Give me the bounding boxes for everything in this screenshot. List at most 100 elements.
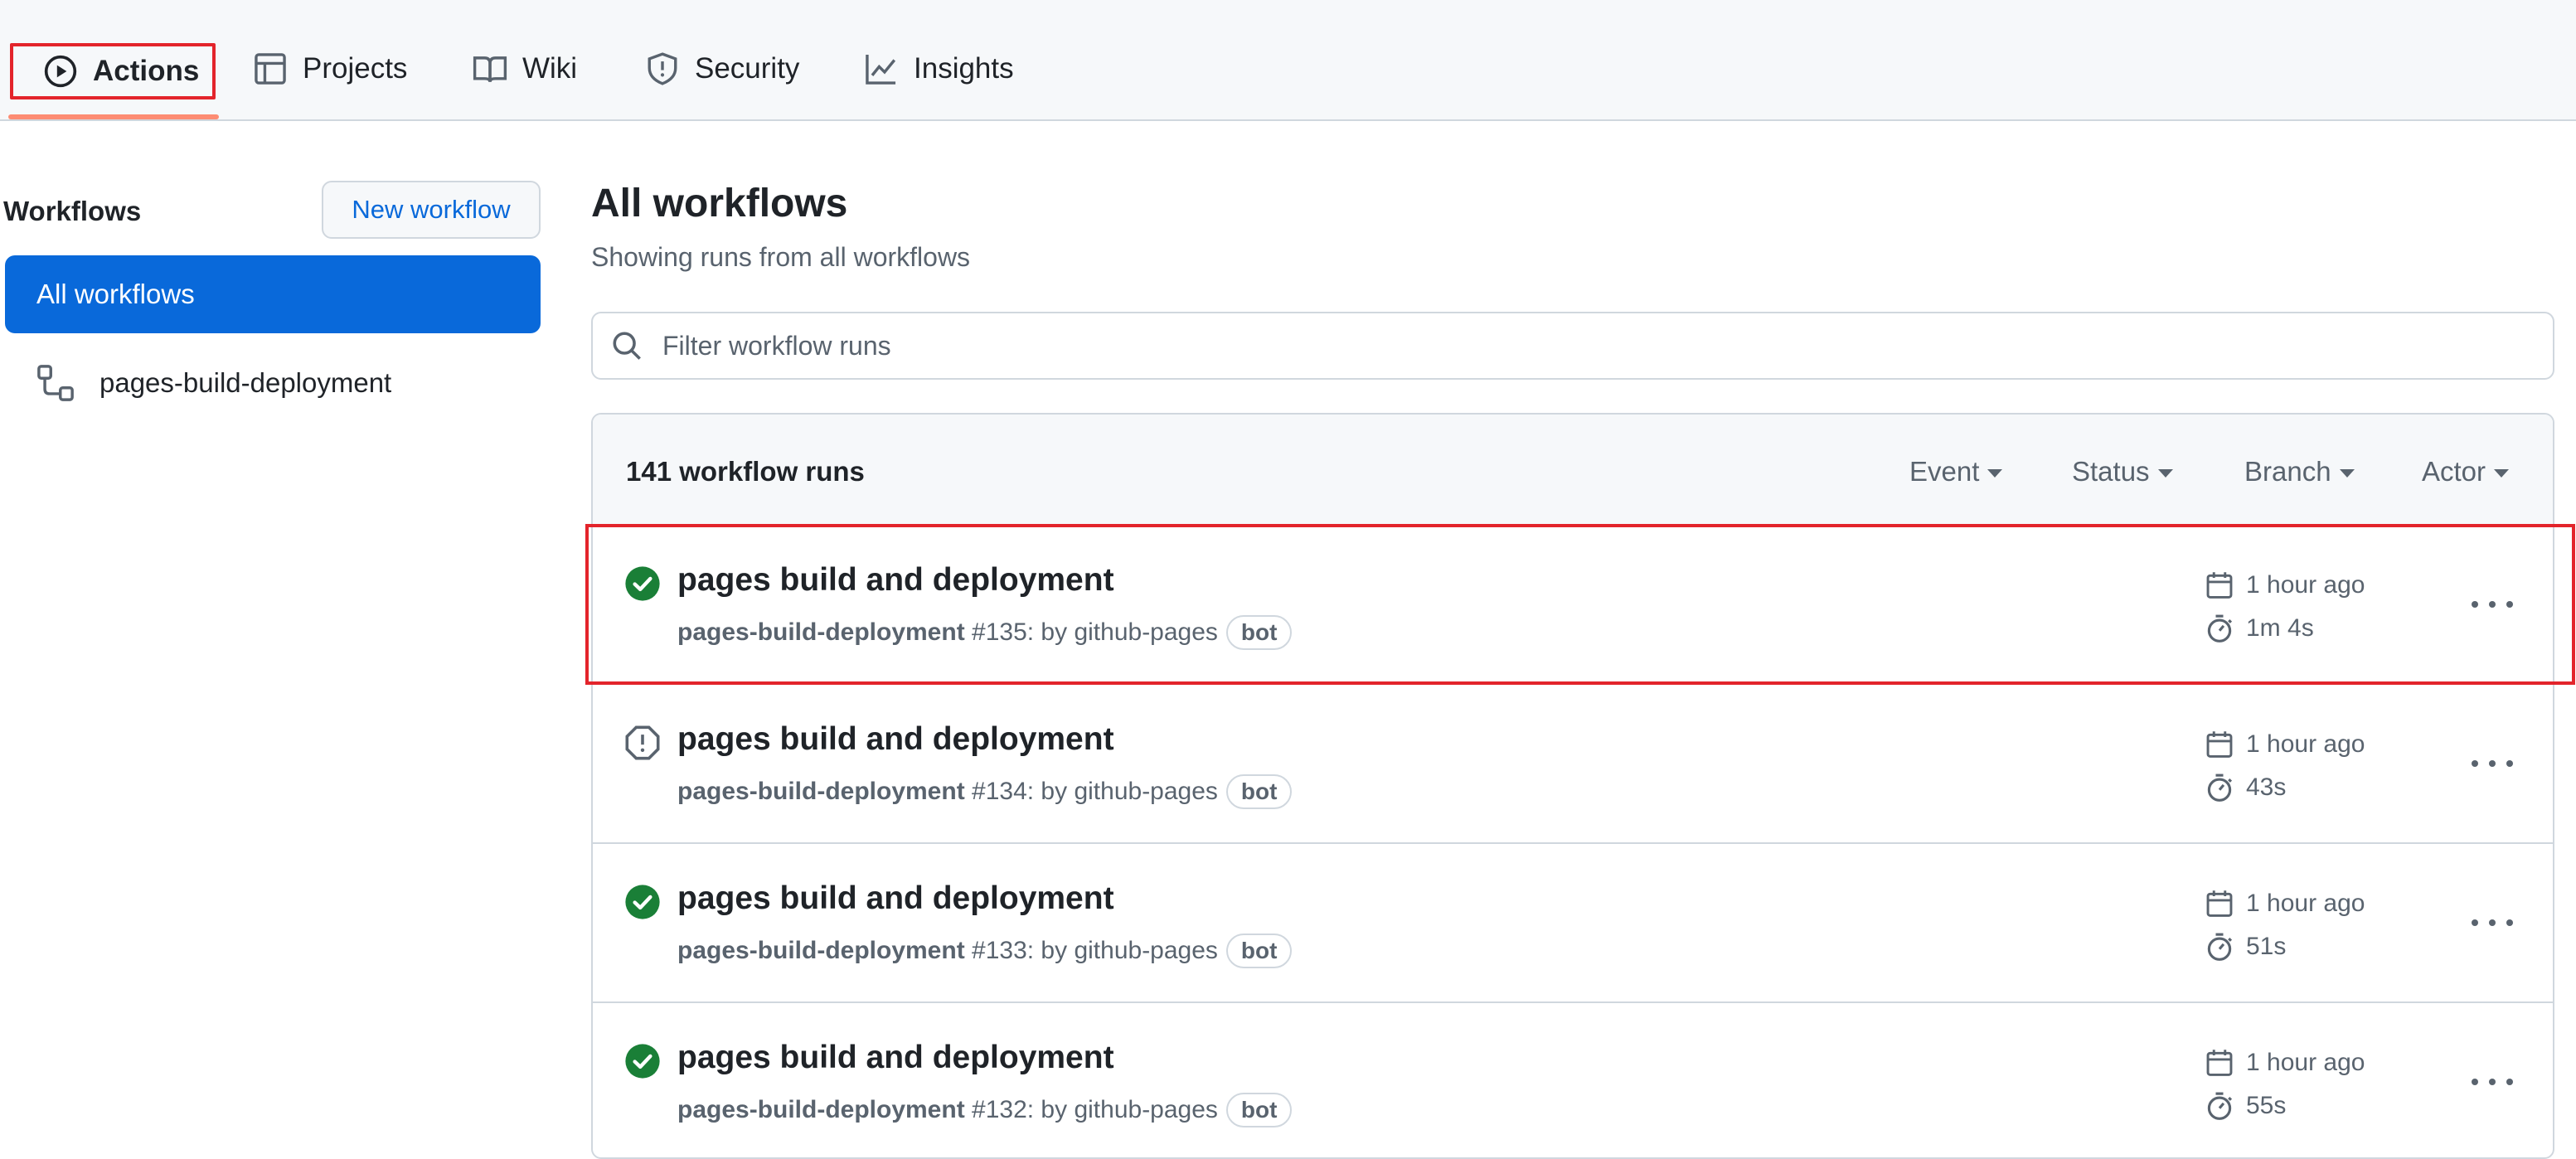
workflow-icon — [36, 364, 75, 402]
tab-security-label: Security — [695, 52, 800, 85]
run-title-link[interactable]: pages build and deployment — [677, 1040, 1114, 1076]
run-meta: pages-build-deployment #132: by github-p… — [677, 1093, 1293, 1127]
warning-alert-icon — [624, 725, 661, 761]
sidebar-item-all-workflows[interactable]: All workflows — [5, 255, 541, 333]
tab-actions[interactable]: Actions — [10, 43, 216, 99]
table-icon — [253, 51, 288, 86]
run-timestamp: 1 hour ago — [2205, 730, 2365, 759]
tab-projects-label: Projects — [303, 52, 408, 85]
run-duration-text: 43s — [2246, 773, 2287, 801]
page-title: All workflows — [591, 182, 848, 225]
workflow-run-row[interactable]: pages build and deployment pages-build-d… — [593, 685, 2553, 844]
new-workflow-button[interactable]: New workflow — [322, 181, 541, 239]
tab-wiki-label: Wiki — [522, 52, 578, 85]
workflow-runs-list: 141 workflow runs Event Status Branch Ac… — [591, 413, 2554, 1159]
search-icon — [611, 330, 643, 361]
stopwatch-icon — [2205, 613, 2234, 643]
page-subtitle: Showing runs from all workflows — [591, 242, 971, 272]
shield-icon — [645, 51, 680, 86]
sidebar-item-label: pages-build-deployment — [99, 367, 392, 398]
run-number: #134 — [964, 778, 1027, 805]
run-number: #132 — [964, 1096, 1027, 1123]
branch-filter-dropdown[interactable]: Branch — [2244, 456, 2355, 487]
run-time-text: 1 hour ago — [2246, 730, 2365, 758]
chevron-down-icon — [2494, 469, 2510, 478]
workflow-run-row[interactable]: pages build and deployment pages-build-d… — [593, 526, 2553, 685]
stopwatch-icon — [2205, 1091, 2234, 1121]
run-title-link[interactable]: pages build and deployment — [677, 880, 1114, 917]
actor-filter-label: Actor — [2422, 456, 2486, 487]
actor-filter-dropdown[interactable]: Actor — [2422, 456, 2510, 487]
run-actor: : by github-pages — [1026, 618, 1218, 646]
book-icon — [473, 51, 507, 86]
success-check-icon — [624, 1043, 661, 1079]
run-time-text: 1 hour ago — [2246, 571, 2365, 599]
bot-badge: bot — [1225, 1093, 1293, 1127]
calendar-icon — [2205, 730, 2234, 759]
run-number: #135 — [964, 618, 1027, 646]
run-duration: 51s — [2205, 932, 2286, 962]
run-options-kebab-icon[interactable] — [2472, 592, 2513, 617]
tab-insights-label: Insights — [914, 52, 1014, 85]
run-options-kebab-icon[interactable] — [2472, 1069, 2513, 1094]
run-actor: : by github-pages — [1026, 937, 1218, 964]
run-number: #133 — [964, 937, 1027, 964]
tab-security[interactable]: Security — [645, 30, 799, 108]
calendar-icon — [2205, 889, 2234, 919]
status-filter-label: Status — [2072, 456, 2150, 487]
graph-icon — [864, 51, 899, 86]
repo-nav-bar: Actions Projects Wiki Security Insights — [0, 0, 2576, 121]
sidebar-item-label: All workflows — [36, 279, 195, 309]
play-icon — [43, 54, 78, 89]
chevron-down-icon — [2339, 469, 2355, 478]
bot-badge: bot — [1225, 934, 1293, 968]
run-workflow-name: pages-build-deployment — [677, 618, 965, 646]
run-duration-text: 51s — [2246, 933, 2287, 960]
run-options-kebab-icon[interactable] — [2472, 910, 2513, 935]
run-workflow-name: pages-build-deployment — [677, 1096, 965, 1123]
run-title-link[interactable]: pages build and deployment — [677, 562, 1114, 599]
stopwatch-icon — [2205, 773, 2234, 803]
bot-badge: bot — [1225, 774, 1293, 809]
calendar-icon — [2205, 570, 2234, 600]
filter-runs-input[interactable] — [661, 329, 2488, 362]
stopwatch-icon — [2205, 932, 2234, 962]
event-filter-label: Event — [1909, 456, 1980, 487]
run-timestamp: 1 hour ago — [2205, 889, 2365, 919]
run-time-text: 1 hour ago — [2246, 890, 2365, 917]
calendar-icon — [2205, 1048, 2234, 1078]
tab-projects[interactable]: Projects — [253, 30, 407, 108]
run-meta: pages-build-deployment #135: by github-p… — [677, 615, 1293, 650]
run-actor: : by github-pages — [1026, 778, 1218, 805]
run-timestamp: 1 hour ago — [2205, 570, 2365, 600]
run-workflow-name: pages-build-deployment — [677, 778, 965, 805]
run-meta: pages-build-deployment #134: by github-p… — [677, 774, 1293, 809]
tab-insights[interactable]: Insights — [864, 30, 1014, 108]
run-title-link[interactable]: pages build and deployment — [677, 721, 1114, 758]
status-filter-dropdown[interactable]: Status — [2072, 456, 2173, 487]
success-check-icon — [624, 884, 661, 920]
run-actor: : by github-pages — [1026, 1096, 1218, 1123]
tab-actions-label: Actions — [93, 55, 200, 87]
run-duration: 55s — [2205, 1091, 2286, 1121]
run-duration-text: 1m 4s — [2246, 614, 2314, 642]
tab-wiki[interactable]: Wiki — [473, 30, 577, 108]
branch-filter-label: Branch — [2244, 456, 2331, 487]
run-options-kebab-icon[interactable] — [2472, 751, 2513, 776]
event-filter-dropdown[interactable]: Event — [1909, 456, 2003, 487]
run-duration: 43s — [2205, 773, 2286, 803]
run-timestamp: 1 hour ago — [2205, 1048, 2365, 1078]
runs-count: 141 workflow runs — [626, 456, 865, 487]
run-workflow-name: pages-build-deployment — [677, 937, 965, 964]
filter-runs-search[interactable] — [591, 312, 2554, 380]
run-duration-text: 55s — [2246, 1092, 2287, 1119]
run-duration: 1m 4s — [2205, 613, 2314, 643]
success-check-icon — [624, 565, 661, 602]
sidebar-item-pages-build-deployment[interactable]: pages-build-deployment — [5, 350, 541, 416]
workflow-run-row[interactable]: pages build and deployment pages-build-d… — [593, 844, 2553, 1003]
selected-tab-underline — [8, 114, 219, 119]
run-time-text: 1 hour ago — [2246, 1049, 2365, 1076]
bot-badge: bot — [1225, 615, 1293, 650]
chevron-down-icon — [2157, 469, 2173, 478]
workflow-run-row[interactable]: pages build and deployment pages-build-d… — [593, 1003, 2553, 1157]
